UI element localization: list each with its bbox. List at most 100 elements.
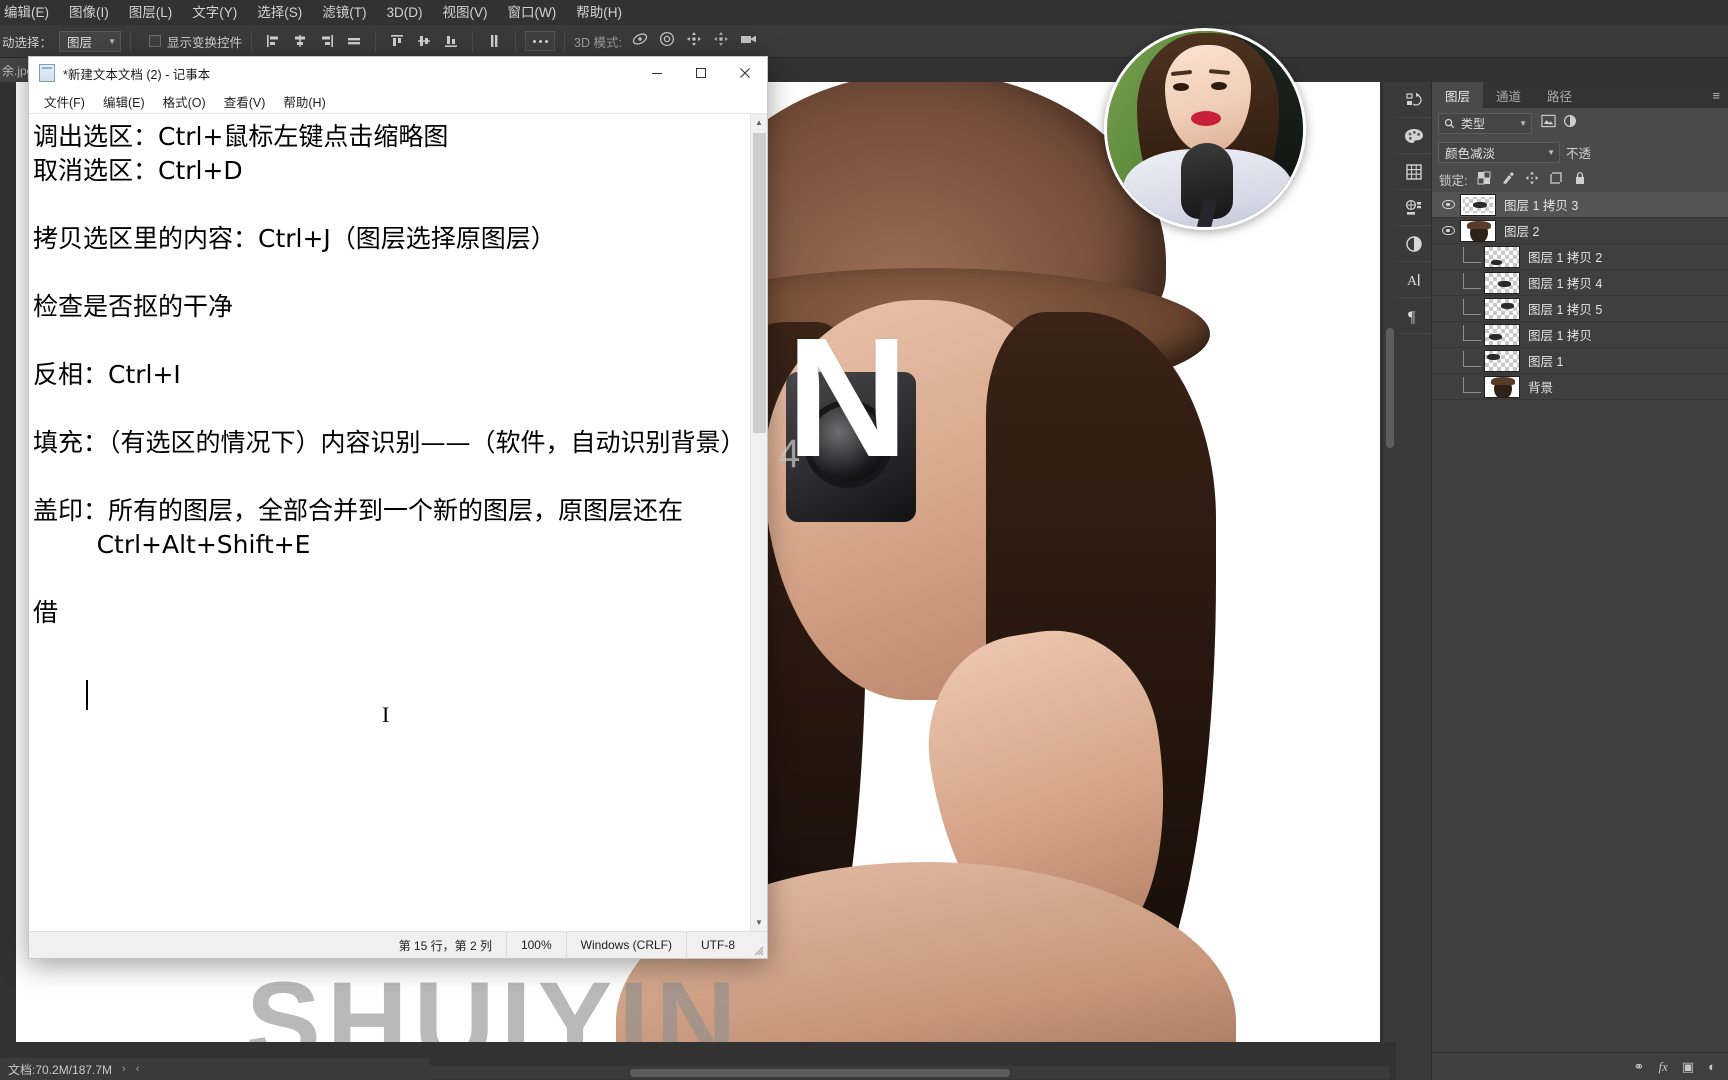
dot bbox=[538, 39, 542, 43]
layer-thumbnail[interactable] bbox=[1484, 245, 1520, 268]
panel-menu-icon[interactable]: ≡ bbox=[1704, 82, 1728, 108]
3d-rotate-icon[interactable] bbox=[631, 30, 649, 53]
align-vertical-centers-icon[interactable] bbox=[412, 30, 436, 52]
notepad-menu-edit[interactable]: 编辑(E) bbox=[94, 92, 154, 111]
scrollbar-thumb[interactable] bbox=[630, 1069, 1010, 1077]
tab-paths[interactable]: 路径 bbox=[1534, 82, 1586, 108]
layer-visibility-toggle[interactable] bbox=[1436, 226, 1460, 235]
menu-item-window[interactable]: 窗口(W) bbox=[498, 0, 567, 25]
menu-item-help[interactable]: 帮助(H) bbox=[566, 0, 632, 25]
table-row[interactable]: 图层 1 拷贝 bbox=[1432, 322, 1728, 348]
distribute-vertical-icon[interactable] bbox=[482, 30, 506, 52]
menu-item-edit[interactable]: 编辑(E) bbox=[2, 0, 59, 25]
layer-visibility-toggle[interactable] bbox=[1436, 382, 1460, 391]
3d-pan-icon[interactable] bbox=[685, 30, 703, 53]
layer-thumbnail[interactable] bbox=[1484, 349, 1520, 372]
show-transform-controls-checkbox[interactable]: 显示变换控件 bbox=[149, 32, 242, 51]
adjustment-layer-icon[interactable]: ◐ bbox=[1708, 1059, 1716, 1074]
link-layers-icon[interactable]: ⚭ bbox=[1634, 1059, 1645, 1075]
layer-thumbnail[interactable] bbox=[1484, 375, 1520, 398]
adjustments-icon[interactable] bbox=[1395, 226, 1432, 262]
layer-visibility-toggle[interactable] bbox=[1436, 330, 1460, 339]
scrollbar-thumb[interactable] bbox=[1386, 328, 1394, 448]
menu-item-type[interactable]: 文字(Y) bbox=[182, 0, 247, 25]
tab-channels[interactable]: 通道 bbox=[1483, 82, 1535, 108]
3d-slide-icon[interactable] bbox=[712, 30, 730, 53]
notepad-menu-format[interactable]: 格式(O) bbox=[154, 92, 215, 111]
layers-list[interactable]: 图层 1 拷贝 3 图层 2 图层 1 拷贝 2 图层 1 拷贝 4 图层 1 … bbox=[1432, 192, 1728, 1052]
filter-pixel-icon[interactable] bbox=[1541, 114, 1556, 133]
status-next-chevron-icon[interactable]: › bbox=[122, 1063, 126, 1075]
layer-visibility-toggle[interactable] bbox=[1436, 278, 1460, 287]
layer-style-fx-icon[interactable]: fx bbox=[1658, 1059, 1667, 1075]
notepad-window[interactable]: *新建文本文档 (2) - 记事本 文件(F) 编辑(E) 格式(O) 查看(V… bbox=[28, 56, 768, 959]
notepad-menu-view[interactable]: 查看(V) bbox=[215, 92, 275, 111]
lock-all-icon[interactable] bbox=[1573, 171, 1587, 188]
layer-thumbnail[interactable] bbox=[1460, 193, 1496, 216]
3d-roll-icon[interactable] bbox=[658, 30, 676, 53]
layer-visibility-toggle[interactable] bbox=[1436, 304, 1460, 313]
notepad-text-content[interactable]: 调出选区：Ctrl+鼠标左键点击缩略图 取消选区：Ctrl+D 拷贝选区里的内容… bbox=[33, 120, 749, 931]
zoom-level-status[interactable]: 100% bbox=[505, 931, 566, 959]
character-icon[interactable]: A bbox=[1395, 262, 1432, 298]
align-top-edges-icon[interactable] bbox=[385, 30, 409, 52]
close-button[interactable] bbox=[723, 57, 767, 89]
blend-mode-dropdown[interactable]: 颜色减淡 ▼ bbox=[1438, 141, 1560, 163]
tab-layers[interactable]: 图层 bbox=[1432, 82, 1484, 108]
notepad-vertical-scrollbar[interactable]: ▲ ▼ bbox=[750, 114, 767, 931]
history-icon[interactable] bbox=[1395, 82, 1432, 118]
maximize-button[interactable] bbox=[679, 57, 723, 89]
layer-thumbnail[interactable] bbox=[1484, 297, 1520, 320]
lock-artboard-icon[interactable] bbox=[1549, 171, 1563, 188]
table-row[interactable]: 图层 1 拷贝 3 bbox=[1432, 192, 1728, 218]
notepad-menu-file[interactable]: 文件(F) bbox=[35, 92, 94, 111]
table-row[interactable]: 图层 1 拷贝 2 bbox=[1432, 244, 1728, 270]
lock-transparency-icon[interactable] bbox=[1477, 171, 1491, 188]
3d-camera-icon[interactable] bbox=[739, 31, 759, 52]
paragraph-icon[interactable]: ¶ bbox=[1395, 298, 1432, 334]
align-horizontal-centers-icon[interactable] bbox=[288, 30, 312, 52]
menu-item-image[interactable]: 图像(I) bbox=[59, 0, 119, 25]
status-prev-chevron-icon[interactable]: ‹ bbox=[136, 1063, 140, 1075]
layer-visibility-toggle[interactable] bbox=[1436, 356, 1460, 365]
table-row[interactable]: 背景 bbox=[1432, 374, 1728, 400]
swatches-palette-icon[interactable] bbox=[1395, 118, 1432, 154]
canvas-horizontal-scrollbar[interactable] bbox=[430, 1066, 1390, 1079]
filter-adjustment-icon[interactable] bbox=[1563, 114, 1577, 133]
auto-select-dropdown[interactable]: 图层 ▼ bbox=[59, 30, 122, 52]
notepad-title-bar[interactable]: *新建文本文档 (2) - 记事本 bbox=[29, 57, 767, 89]
lock-image-pixels-icon[interactable] bbox=[1501, 171, 1515, 188]
minimize-button[interactable] bbox=[635, 57, 679, 89]
layer-thumbnail[interactable] bbox=[1484, 271, 1520, 294]
align-left-edges-icon[interactable] bbox=[261, 30, 285, 52]
more-align-options-button[interactable] bbox=[525, 31, 556, 51]
menu-item-layer[interactable]: 图层(L) bbox=[119, 0, 183, 25]
3d-properties-icon[interactable] bbox=[1395, 190, 1432, 226]
menu-item-3d[interactable]: 3D(D) bbox=[377, 0, 433, 25]
table-row[interactable]: 图层 1 拷贝 4 bbox=[1432, 270, 1728, 296]
table-row[interactable]: 图层 2 bbox=[1432, 218, 1728, 244]
layer-visibility-toggle[interactable] bbox=[1436, 252, 1460, 261]
menu-item-filter[interactable]: 滤镜(T) bbox=[312, 0, 376, 25]
layer-thumbnail[interactable] bbox=[1484, 323, 1520, 346]
filter-type-dropdown[interactable]: 类型 ▼ bbox=[1438, 112, 1532, 134]
scrollbar-thumb[interactable] bbox=[753, 133, 766, 433]
menu-item-select[interactable]: 选择(S) bbox=[247, 0, 312, 25]
pattern-grid-icon[interactable] bbox=[1395, 154, 1432, 190]
table-row[interactable]: 图层 1 拷贝 5 bbox=[1432, 296, 1728, 322]
notepad-text-area-container[interactable]: 调出选区：Ctrl+鼠标左键点击缩略图 取消选区：Ctrl+D 拷贝选区里的内容… bbox=[29, 114, 767, 931]
menu-item-view[interactable]: 视图(V) bbox=[433, 0, 498, 25]
scroll-up-arrow-icon[interactable]: ▲ bbox=[751, 114, 767, 131]
scroll-down-arrow-icon[interactable]: ▼ bbox=[751, 914, 767, 931]
layer-thumbnail[interactable] bbox=[1460, 219, 1496, 242]
align-bottom-edges-icon[interactable] bbox=[439, 30, 463, 52]
resize-grip[interactable] bbox=[749, 932, 767, 959]
table-row[interactable]: 图层 1 bbox=[1432, 348, 1728, 374]
distribute-horizontal-icon[interactable] bbox=[342, 30, 366, 52]
notepad-menu-help[interactable]: 帮助(H) bbox=[274, 92, 334, 111]
add-mask-icon[interactable]: ▣ bbox=[1682, 1059, 1694, 1075]
canvas-vertical-scrollbar[interactable] bbox=[1382, 82, 1396, 1042]
align-right-edges-icon[interactable] bbox=[315, 30, 339, 52]
lock-position-icon[interactable] bbox=[1525, 171, 1539, 188]
layer-visibility-toggle[interactable] bbox=[1436, 200, 1460, 209]
